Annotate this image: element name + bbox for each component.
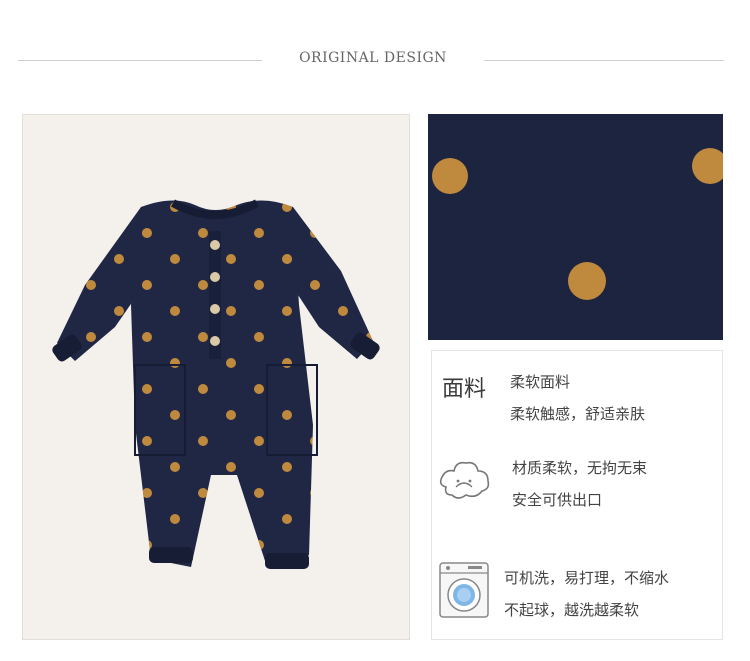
section-heading: ORIGINAL DESIGN (299, 50, 447, 66)
washing-machine-icon (438, 561, 490, 619)
fabric-label: 面料 (442, 377, 487, 402)
soft-line-2: 安全可供出口 (512, 491, 603, 509)
romper-illustration (52, 199, 380, 569)
cloud-icon (436, 457, 492, 503)
header-rule-right (484, 60, 724, 61)
fabric-line-2: 柔软触感，舒适亲肤 (510, 405, 646, 423)
soft-line-1: 材质柔软，无拘无束 (512, 459, 648, 477)
fabric-line-1: 柔软面料 (510, 373, 571, 391)
product-photo (22, 114, 410, 640)
feature-panel: 面料 柔软面料 柔软触感，舒适亲肤 材质柔软，无拘无束 安全可供出口 可机洗，易… (431, 350, 723, 640)
wash-line-1: 可机洗，易打理，不缩水 (504, 569, 670, 587)
wash-line-2: 不起球，越洗越柔软 (504, 601, 640, 619)
fabric-closeup (428, 114, 723, 340)
fabric-detail-photo (428, 114, 723, 340)
header-rule-left (18, 60, 262, 61)
